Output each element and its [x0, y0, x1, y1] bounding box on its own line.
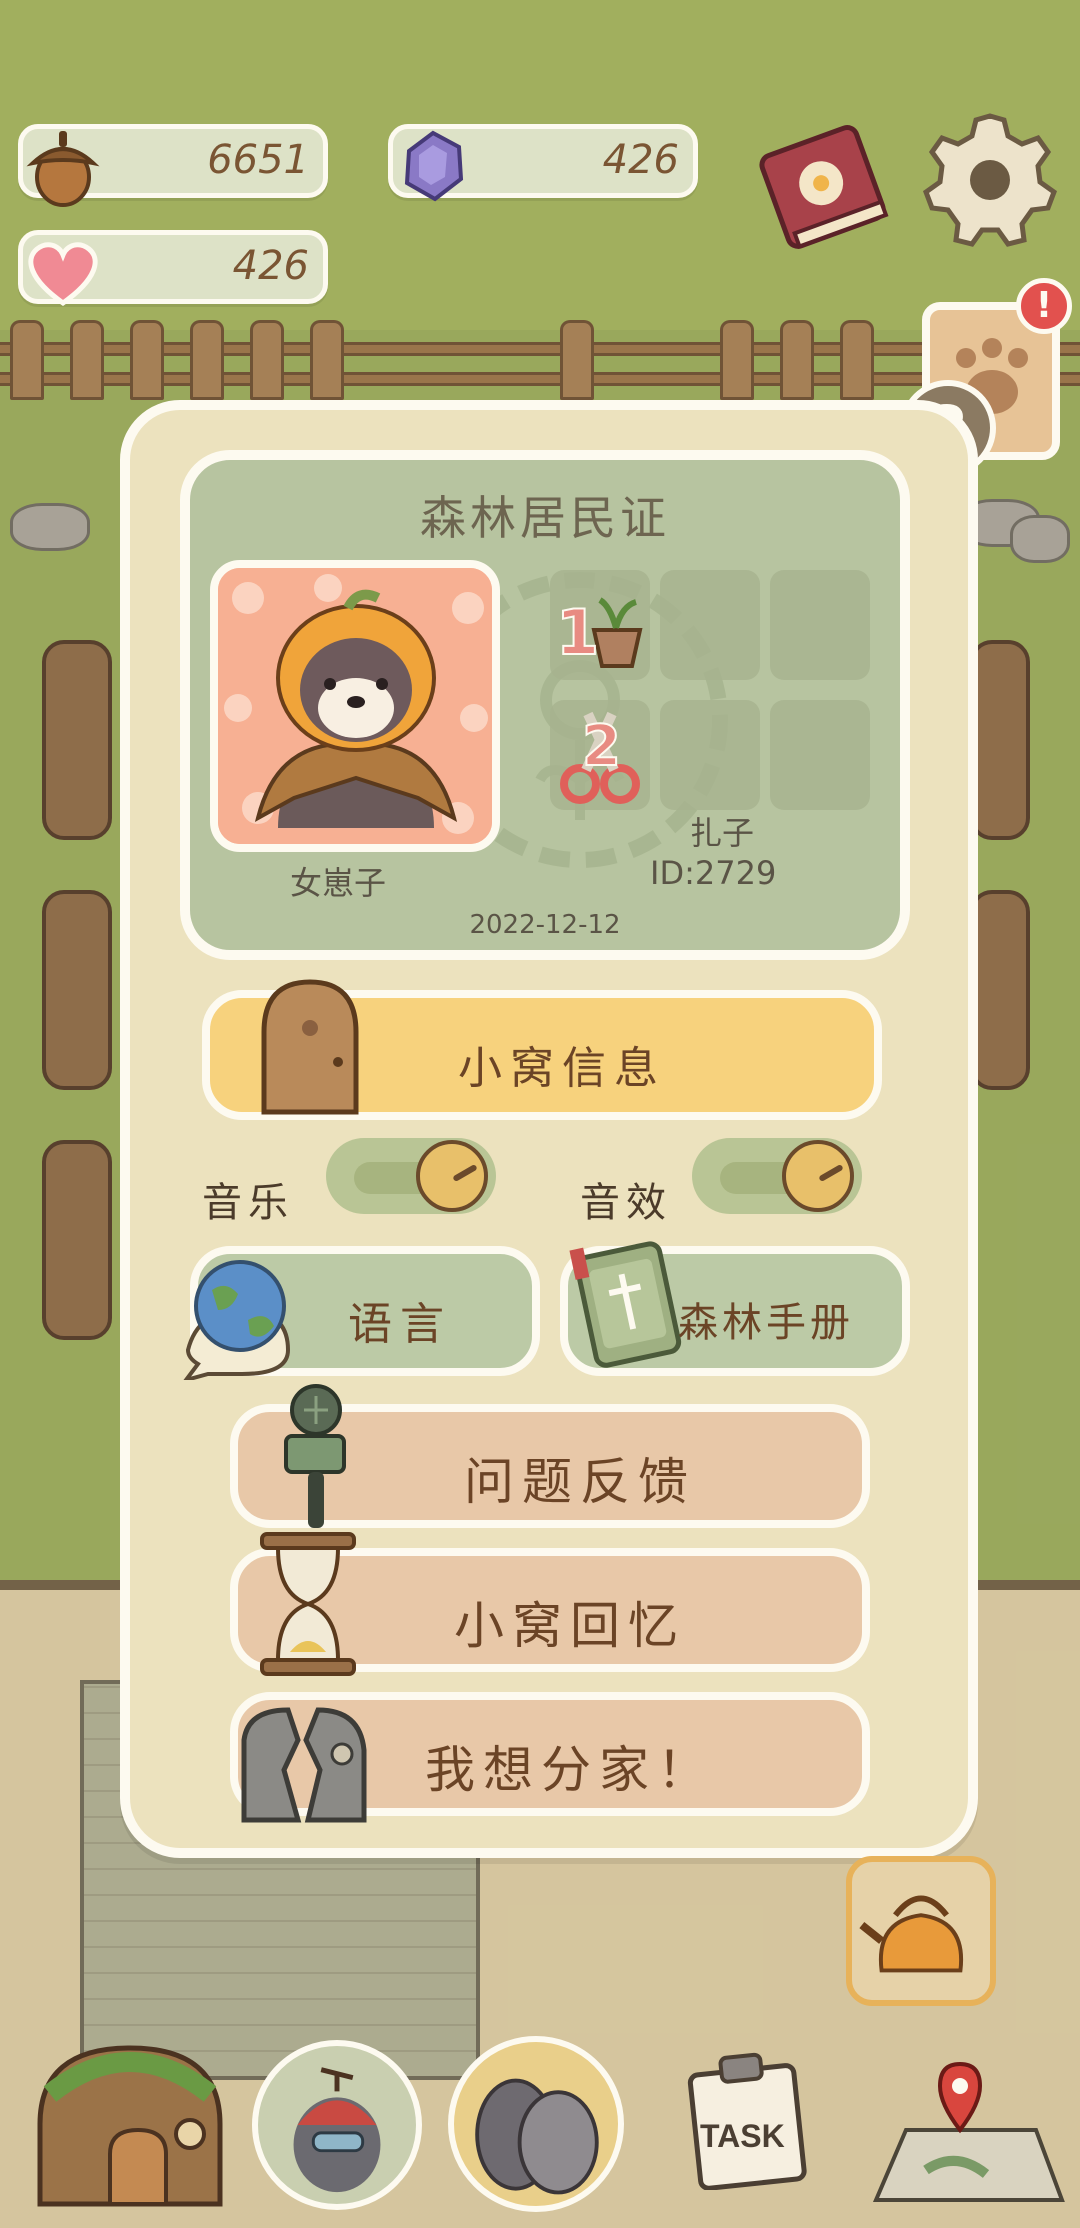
- clipboard-icon: [687, 2052, 807, 2191]
- forest-handbook-icon: [569, 1241, 682, 1368]
- acorn-icon: [26, 131, 100, 207]
- heart-counter: 426: [18, 230, 328, 307]
- home-icon[interactable]: [30, 2034, 230, 2214]
- handbook-button[interactable]: 森林手册: [560, 1241, 910, 1376]
- music-knob-icon: [416, 1140, 488, 1212]
- gem-counter: 426: [388, 124, 698, 202]
- avatar[interactable]: [210, 560, 500, 852]
- heart-value: 426: [232, 243, 309, 289]
- music-label: 音乐: [202, 1180, 294, 1226]
- task-label: TASK: [700, 2118, 785, 2154]
- kettle-icon: [859, 1895, 964, 1973]
- memories-label: 小窝回忆: [454, 1597, 686, 1655]
- music-toggle[interactable]: [326, 1138, 496, 1214]
- settings-card: 森林居民证 1 2 女崽子 扎子 ID:2729 2022-12-12 小窝信息…: [120, 400, 978, 1858]
- resident-id: ID:2729: [650, 854, 777, 892]
- task-button[interactable]: TASK: [676, 2040, 816, 2191]
- resident-name: 女崽子: [290, 864, 387, 902]
- otter-avatar-icon: [218, 568, 492, 844]
- resident-date: 2022-12-12: [469, 910, 621, 940]
- eggs-button[interactable]: [448, 2036, 624, 2212]
- sfx-toggle[interactable]: [692, 1138, 862, 1214]
- book-icon[interactable]: [750, 110, 900, 260]
- feedback-label: 问题反馈: [464, 1453, 696, 1511]
- kettle-slot[interactable]: [846, 1856, 996, 2006]
- character-icon: [293, 2067, 381, 2193]
- badge-pot[interactable]: 1: [550, 570, 650, 680]
- move-out-label: 我想分家！: [425, 1741, 715, 1799]
- house-info-label: 小窝信息: [458, 1043, 666, 1094]
- badge-scissors[interactable]: 2: [550, 700, 650, 810]
- heart-icon: [28, 242, 98, 307]
- language-label: 语言: [348, 1299, 452, 1350]
- gem-value: 426: [602, 137, 679, 183]
- globe-icon: [183, 1260, 291, 1380]
- language-button[interactable]: 语言: [183, 1246, 540, 1380]
- eggs-icon: [475, 2078, 599, 2195]
- memories-button[interactable]: 小窝回忆: [230, 1532, 870, 1676]
- house-info-button[interactable]: 小窝信息: [202, 979, 882, 1120]
- character-button[interactable]: [252, 2040, 422, 2210]
- sfx-knob-icon: [782, 1140, 854, 1212]
- sfx-label: 音效: [580, 1180, 672, 1226]
- move-out-button[interactable]: 我想分家！: [230, 1692, 870, 1823]
- id-card-title: 森林居民证: [420, 491, 670, 545]
- acorn-value: 6651: [207, 137, 309, 183]
- alert-badge: !: [1016, 278, 1072, 334]
- resident-id-card: 森林居民证 1 2 女崽子 扎子 ID:2729 2022-12-12: [180, 450, 910, 960]
- handbook-label: 森林手册: [678, 1300, 854, 1346]
- feedback-button[interactable]: 问题反馈: [230, 1384, 870, 1528]
- badge-2-number: 2: [581, 713, 622, 780]
- resident-nickname: 扎子: [690, 814, 755, 852]
- map-icon[interactable]: [866, 2060, 1066, 2210]
- gear-icon[interactable]: [920, 108, 1060, 248]
- gem-icon: [404, 130, 464, 202]
- badge-1-number: 1: [555, 595, 600, 670]
- acorn-counter: 6651: [18, 124, 328, 207]
